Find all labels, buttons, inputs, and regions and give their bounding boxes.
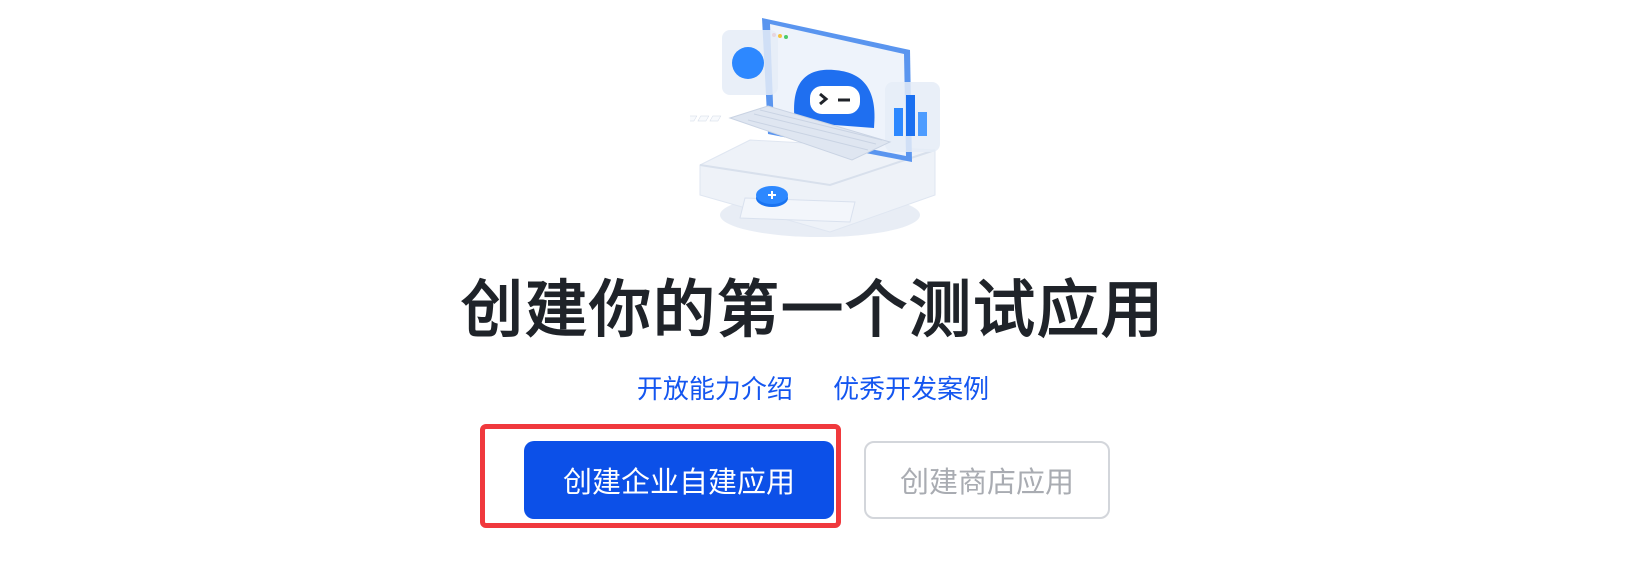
open-capability-intro-link[interactable]: 开放能力介绍 bbox=[637, 375, 793, 405]
excellent-dev-cases-link[interactable]: 优秀开发案例 bbox=[833, 375, 989, 405]
helper-links: 开放能力介绍 优秀开发案例 bbox=[0, 370, 1626, 410]
page-title: 创建你的第一个测试应用 bbox=[460, 273, 1165, 346]
computer-robot-illustration bbox=[685, 10, 950, 245]
drawer bbox=[739, 197, 856, 223]
create-enterprise-app-button[interactable]: 创建企业自建应用 bbox=[524, 441, 834, 519]
create-store-app-button[interactable]: 创建商店应用 bbox=[864, 441, 1110, 519]
